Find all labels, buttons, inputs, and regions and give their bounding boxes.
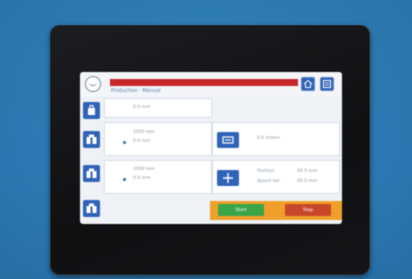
home-icon	[303, 79, 313, 88]
screen-header: Production · Manual	[80, 72, 342, 96]
speed-set-label: Speed set	[257, 179, 280, 184]
row3-value: 0.0 mm	[133, 176, 151, 181]
speed-set-value: 00.0 mm	[297, 179, 318, 184]
row2-value: 0.0 mm	[133, 139, 151, 144]
tank-icon	[86, 203, 97, 213]
position-label: Position	[257, 169, 275, 174]
status-dot	[123, 141, 126, 144]
right-panel-row-2: Position 00.0 mm Speed set 00.0 mm	[212, 160, 340, 194]
tank-icon	[86, 134, 97, 144]
left-panel-row-3: 1000 mm 0.0 mm	[104, 160, 212, 194]
menu-icon	[323, 80, 331, 88]
split-icon	[223, 173, 233, 183]
split-button[interactable]	[217, 170, 239, 186]
bag-icon	[88, 105, 95, 115]
left-panel-row-2: 1000 mm 0.0 mm	[104, 122, 212, 156]
bag-button[interactable]	[83, 102, 100, 119]
screen-subtitle: Production · Manual	[111, 88, 161, 94]
left-panel-row-1: 0.0 mm	[104, 98, 212, 118]
stop-button[interactable]: Stop	[285, 204, 331, 216]
tank-icon	[86, 168, 97, 178]
row1-value: 0.0 mm	[133, 105, 151, 110]
logo-icon[interactable]	[85, 76, 101, 92]
position-value: 00.0 mm	[297, 169, 318, 174]
alarm-bar[interactable]	[110, 79, 298, 86]
menu-button[interactable]	[320, 77, 334, 91]
status-dot	[123, 178, 126, 181]
row2-label: 1000 mm	[133, 130, 155, 135]
transfer-icon	[222, 136, 234, 144]
tank-button-1[interactable]	[83, 131, 100, 148]
tank-button-2[interactable]	[83, 165, 100, 182]
start-button[interactable]: Start	[218, 204, 264, 216]
speed-value: 0.0 m/min	[257, 136, 280, 141]
row3-label: 1000 mm	[133, 167, 155, 172]
transfer-button[interactable]	[217, 132, 239, 148]
right-panel-row-1: 0.0 m/min	[212, 122, 340, 156]
hmi-screen: Production · Manual 0.0 mm 1000 mm 0.0 m…	[80, 72, 342, 224]
home-button[interactable]	[301, 77, 315, 91]
tank-button-3[interactable]	[83, 200, 100, 217]
